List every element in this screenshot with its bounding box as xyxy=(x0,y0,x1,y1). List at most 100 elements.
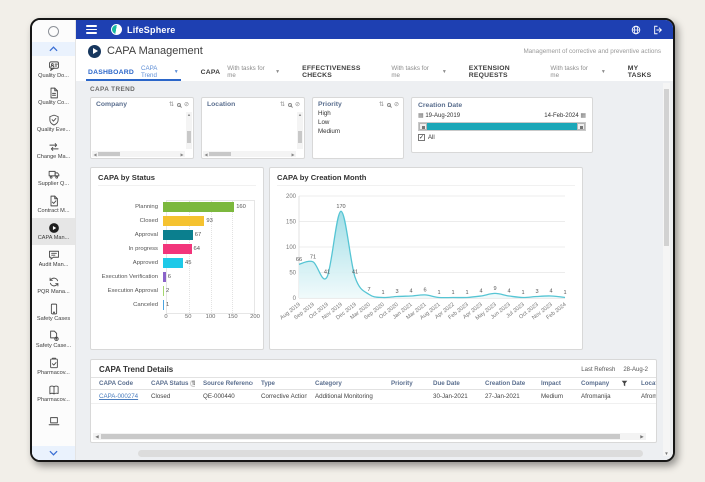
clear-filter-icon[interactable]: ⊘ xyxy=(394,101,399,108)
search-icon[interactable] xyxy=(177,103,181,107)
sidebar-item-safety-case[interactable]: Safety Case... xyxy=(32,326,75,353)
column-header-category[interactable]: Category xyxy=(307,380,383,387)
bar[interactable] xyxy=(163,244,192,254)
sidebar-item-quality-co[interactable]: Quality Co... xyxy=(32,83,75,110)
sidebar-item-pharmacov[interactable]: Pharmacov... xyxy=(32,353,75,380)
bar[interactable] xyxy=(163,230,193,240)
tab-dashboard-label[interactable]: DASHBOARD xyxy=(88,69,134,76)
tab-extension-view[interactable]: With tasks for me xyxy=(550,65,593,79)
column-header-location[interactable]: Location xyxy=(633,380,657,387)
scroll-left-icon[interactable]: ◀ xyxy=(93,434,101,440)
bar-value-label: 45 xyxy=(185,260,191,266)
chevron-down-icon[interactable]: ▼ xyxy=(275,69,280,75)
sidebar-item-contract-m[interactable]: Contract M... xyxy=(32,191,75,218)
priority-option[interactable]: High xyxy=(318,110,398,119)
slider-right-handle[interactable] xyxy=(577,123,585,130)
clear-filter-icon[interactable]: ⊘ xyxy=(184,101,189,108)
table-cell: 27-Jan-2021 xyxy=(477,393,533,400)
bar[interactable] xyxy=(163,272,166,282)
horizontal-scrollbar[interactable]: ◀▶ xyxy=(203,151,296,157)
logout-icon[interactable] xyxy=(653,25,663,35)
shield-check-icon xyxy=(48,114,60,126)
column-header-type[interactable]: Type xyxy=(253,380,307,387)
sidebar-item-pqr-mana[interactable]: PQR Mana... xyxy=(32,272,75,299)
tab-effectiveness-label[interactable]: EFFECTIVENESS CHECKS xyxy=(302,65,384,79)
sidebar-item-safety-cases[interactable]: Safety Cases xyxy=(32,299,75,326)
company-filter[interactable]: Company ⇅ ⊘ ▲ ◀▶ xyxy=(90,97,194,159)
search-icon[interactable] xyxy=(288,103,292,107)
column-header-creation-date[interactable]: Creation Date xyxy=(477,380,533,387)
globe-icon[interactable] xyxy=(631,25,641,35)
vertical-scrollbar[interactable]: ▲ xyxy=(186,112,192,149)
filter-funnel-icon[interactable] xyxy=(621,380,628,387)
sidebar-item-capa-man[interactable]: CAPA Man... xyxy=(32,218,75,245)
table-row[interactable]: CAPA-000274ClosedQE-000440Corrective Act… xyxy=(91,390,656,404)
column-header-priority[interactable]: Priority xyxy=(383,380,425,387)
tab-effectiveness-checks[interactable]: EFFECTIVENESS CHECKS With tasks for me ▼ xyxy=(302,63,447,81)
table-horizontal-scrollbar[interactable]: ◀ ▶ xyxy=(93,433,646,440)
tab-extension-label[interactable]: EXTENSION REQUESTS xyxy=(469,65,544,79)
sidebar-item-supplier-q[interactable]: Supplier Q... xyxy=(32,164,75,191)
slider-range-fill[interactable] xyxy=(427,123,577,130)
tab-capa-view[interactable]: With tasks for me xyxy=(227,65,268,79)
chevron-down-icon[interactable]: ▼ xyxy=(174,69,179,75)
column-header-capa-code[interactable]: CAPA Code xyxy=(91,380,143,387)
x-axis-tick: 100 xyxy=(206,314,216,320)
column-header-company[interactable]: Company xyxy=(573,380,633,387)
tab-capa-label[interactable]: CAPA xyxy=(201,69,221,76)
sidebar-item-quality-eve[interactable]: Quality Eve... xyxy=(32,110,75,137)
date-from-value[interactable]: 19-Aug-2019 xyxy=(425,113,460,119)
sidebar-item-audit-man[interactable]: Audit Man... xyxy=(32,245,75,272)
all-checkbox[interactable]: ✓ xyxy=(418,134,425,141)
calendar-icon[interactable]: ▦ xyxy=(580,113,586,119)
priority-filter[interactable]: Priority ⇅ ⊘ HighLowMedium xyxy=(312,97,404,159)
location-filter[interactable]: Location ⇅ ⊘ ▲ ◀▶ xyxy=(201,97,305,159)
bar[interactable] xyxy=(163,258,183,268)
chevron-down-icon[interactable]: ▼ xyxy=(601,69,606,75)
content-vertical-scrollbar[interactable]: ▼ xyxy=(663,83,670,456)
date-range-slider[interactable] xyxy=(418,122,586,131)
svg-text:100: 100 xyxy=(286,245,297,251)
vertical-scrollbar[interactable]: ▲ xyxy=(297,112,303,149)
tab-dashboard[interactable]: DASHBOARD CAPA Trend ▼ xyxy=(88,63,179,81)
scroll-right-icon[interactable]: ▶ xyxy=(638,434,646,440)
bar[interactable] xyxy=(163,202,234,212)
bar[interactable] xyxy=(163,286,164,296)
sort-icon[interactable]: ⇅ xyxy=(280,101,285,108)
bar[interactable] xyxy=(163,300,164,310)
search-icon[interactable] xyxy=(387,103,391,107)
creation-date-filter[interactable]: Creation Date ▦ 19-Aug-2019 14-Feb-2024 … xyxy=(411,97,593,153)
column-header-due-date[interactable]: Due Date xyxy=(425,380,477,387)
priority-option-list[interactable]: HighLowMedium xyxy=(313,109,403,138)
bottom-scrollbar-thumb[interactable] xyxy=(138,450,643,457)
tab-my-tasks-label[interactable]: MY TASKS xyxy=(628,65,661,79)
column-header-impact[interactable]: Impact xyxy=(533,380,573,387)
tab-my-tasks[interactable]: MY TASKS xyxy=(628,63,661,81)
sidebar-item-change-ma[interactable]: Change Ma... xyxy=(32,137,75,164)
horizontal-scrollbar[interactable]: ◀▶ xyxy=(92,151,185,157)
calendar-icon[interactable]: ▦ xyxy=(418,113,424,119)
sort-icon[interactable]: ⇅ xyxy=(379,101,384,108)
sidebar-item-quality-do[interactable]: Quality Do... xyxy=(32,56,75,83)
slider-left-handle[interactable] xyxy=(419,123,427,130)
sidebar-scroll-down[interactable] xyxy=(32,446,75,460)
tab-effectiveness-view[interactable]: With tasks for me xyxy=(391,65,434,79)
chevron-down-icon[interactable]: ▼ xyxy=(442,69,447,75)
tab-extension-requests[interactable]: EXTENSION REQUESTS With tasks for me ▼ xyxy=(469,63,606,81)
bar[interactable] xyxy=(163,216,204,226)
sidebar-item-pharmacov[interactable]: Pharmacov... xyxy=(32,380,75,407)
hamburger-menu-icon[interactable] xyxy=(86,25,97,34)
tab-dashboard-view[interactable]: CAPA Trend xyxy=(141,65,167,79)
tab-capa[interactable]: CAPA With tasks for me ▼ xyxy=(201,63,280,81)
sidebar-scroll-up[interactable] xyxy=(32,42,75,56)
sort-icon[interactable]: ⇅ xyxy=(169,101,174,108)
sidebar-item-more[interactable] xyxy=(32,407,75,434)
column-header-source-reference[interactable]: Source Reference xyxy=(195,380,253,387)
priority-option[interactable]: Medium xyxy=(318,128,398,137)
bar-category-label: Canceled xyxy=(98,302,162,308)
column-header-capa-status[interactable]: CAPA Status⇅ xyxy=(143,380,195,387)
priority-option[interactable]: Low xyxy=(318,119,398,128)
date-to-value[interactable]: 14-Feb-2024 xyxy=(544,113,578,119)
capa-code-link[interactable]: CAPA-000274 xyxy=(91,393,143,400)
clear-filter-icon[interactable]: ⊘ xyxy=(295,101,300,108)
